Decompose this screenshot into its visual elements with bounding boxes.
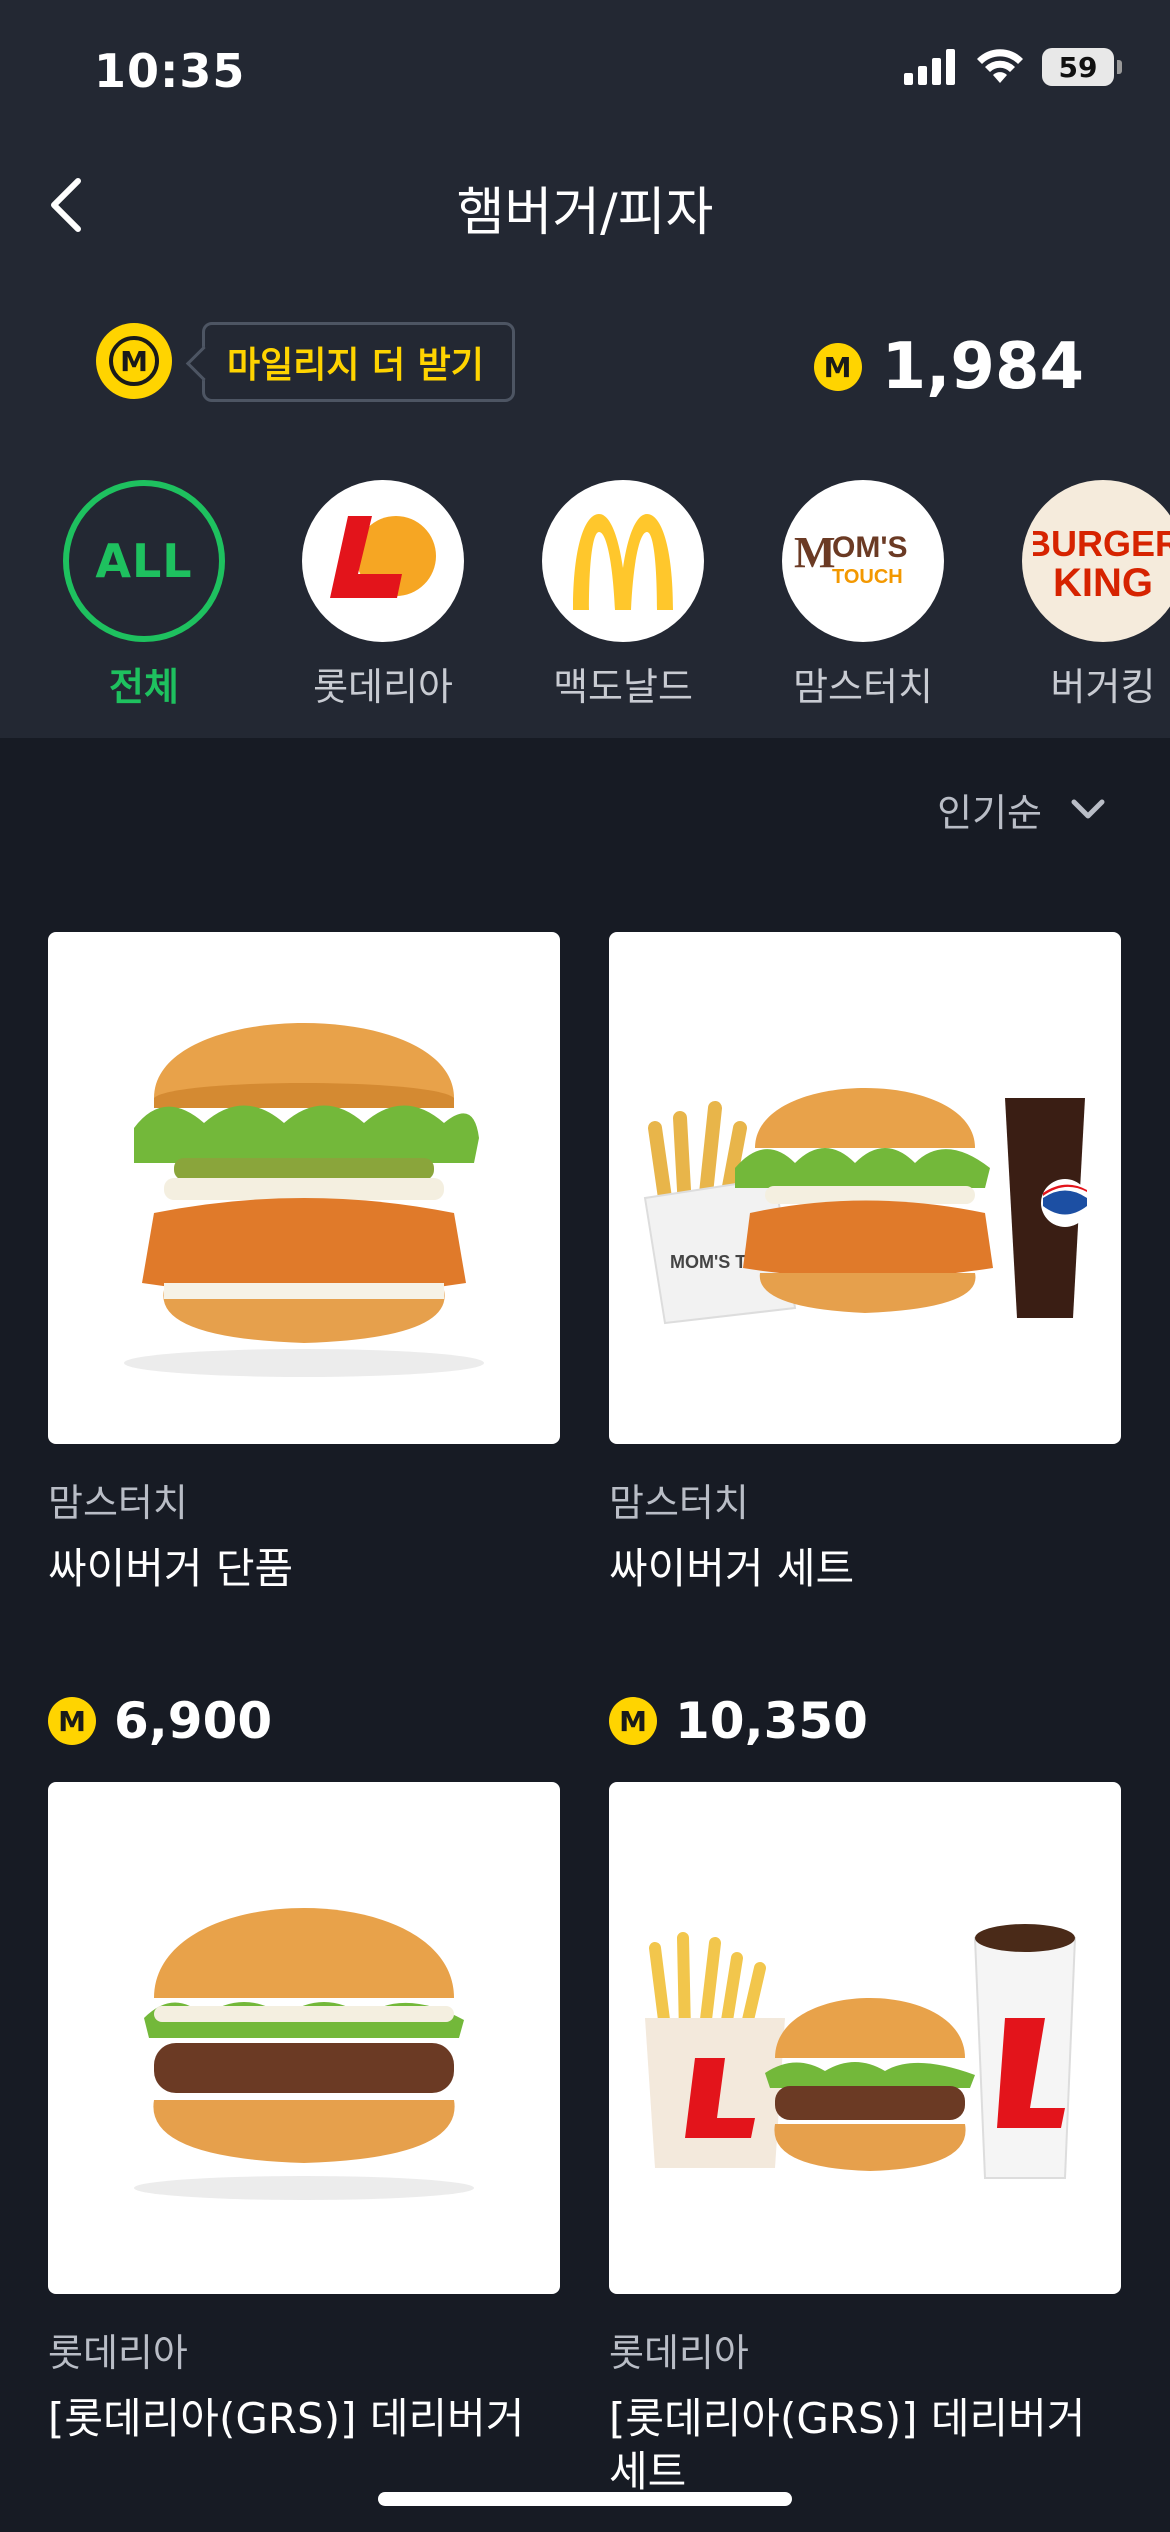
bulgogi-burger-image	[134, 1908, 474, 2200]
product-card[interactable]: 맘스터치 싸이버거 단품 M 6,900	[48, 932, 560, 1750]
brand-filter-momstouch[interactable]: M OM'S TOUCH 맘스터치	[778, 480, 948, 711]
product-name: 싸이버거 세트	[609, 1544, 855, 1593]
product-image	[48, 932, 560, 1444]
momstouch-logo: M OM'S TOUCH	[782, 480, 944, 642]
coin-icon: M	[609, 1697, 657, 1745]
svg-text:KING: KING	[1053, 561, 1153, 605]
product-brand: 롯데리아	[48, 2331, 188, 2375]
brand-filter-all[interactable]: ALL 전체	[59, 480, 229, 711]
brand-label: 롯데리아	[313, 665, 453, 709]
mcdonalds-arches-icon	[573, 514, 673, 610]
product-name: [롯데리아(GRS)] 데리버거세트	[609, 2394, 1086, 2496]
chevron-down-icon	[1071, 799, 1105, 818]
product-card[interactable]: 롯데리아 [롯데리아(GRS)] 데리버거세트	[609, 1782, 1121, 2498]
coin-icon: M	[813, 343, 862, 391]
brand-label: 전체	[109, 665, 179, 709]
home-indicator	[378, 2492, 792, 2506]
all-logo: ALL	[63, 480, 225, 642]
chicken-burger-image	[124, 1023, 484, 1377]
battery-icon: 59	[1042, 48, 1122, 86]
brand-filter-burgerking[interactable]: BURGER KING 버거킹	[1018, 480, 1170, 711]
earn-mileage-label: 마일리지 더 받기	[227, 345, 484, 386]
lotteria-logo-icon	[330, 516, 436, 598]
status-time: 10:35	[94, 44, 246, 98]
chicken-burger-set-image: MOM'S T	[643, 1088, 1089, 1325]
momstouch-logo-icon: M OM'S TOUCH	[794, 528, 907, 588]
svg-text:TOUCH: TOUCH	[832, 566, 903, 588]
product-image	[609, 1782, 1121, 2294]
mileage-balance: M 1,984	[813, 330, 1084, 404]
coin-icon: M	[48, 1697, 96, 1745]
brand-filter-lotteria[interactable]: 롯데리아	[298, 480, 468, 711]
all-logo-text: ALL	[95, 534, 193, 588]
product-name: 싸이버거 단품	[48, 1544, 294, 1593]
price-row: M 6,900	[48, 1692, 272, 1750]
product-price: 10,350	[675, 1692, 868, 1750]
signal-icon	[904, 49, 955, 85]
product-brand: 롯데리아	[609, 2331, 749, 2375]
svg-text:BURGER: BURGER	[1033, 523, 1170, 564]
bulgogi-burger-set-image	[645, 1924, 1077, 2179]
lotteria-logo	[302, 480, 464, 642]
mcdonalds-logo	[542, 480, 704, 642]
brand-label: 버거킹	[1050, 665, 1156, 709]
earn-mileage-button[interactable]: 마일리지 더 받기	[202, 322, 515, 402]
price-row: M 10,350	[609, 1692, 868, 1750]
status-icons: 59	[904, 48, 1122, 86]
product-name: [롯데리아(GRS)] 데리버거	[48, 2394, 525, 2443]
mileage-coin-icon: M	[96, 323, 172, 399]
wifi-icon	[977, 49, 1023, 83]
svg-text:MOM'S T: MOM'S T	[670, 1252, 746, 1272]
brand-label: 맥도날드	[553, 665, 693, 709]
svg-text:OM'S: OM'S	[832, 531, 907, 564]
page-title: 햄버거/피자	[456, 183, 714, 243]
sort-label: 인기순	[937, 791, 1042, 835]
mileage-coin-letter: M	[109, 336, 159, 386]
balance-value: 1,984	[881, 330, 1084, 404]
brand-filter-mcdonalds[interactable]: 맥도날드	[538, 480, 708, 711]
product-image	[48, 1782, 560, 2294]
product-card[interactable]: MOM'S T 맘스터치 싸이버거 세트 M 10,350	[609, 932, 1121, 1750]
product-image: MOM'S T	[609, 932, 1121, 1444]
sort-dropdown[interactable]: 인기순	[937, 782, 1106, 837]
product-brand: 맘스터치	[609, 1481, 749, 1525]
burgerking-logo-icon: BURGER KING	[1033, 509, 1170, 613]
product-price: 6,900	[114, 1692, 273, 1750]
brand-label: 맘스터치	[793, 665, 933, 709]
product-card[interactable]: 롯데리아 [롯데리아(GRS)] 데리버거	[48, 1782, 560, 2446]
burgerking-logo: BURGER KING	[1022, 480, 1170, 642]
product-brand: 맘스터치	[48, 1481, 188, 1525]
svg-text:M: M	[794, 528, 836, 577]
